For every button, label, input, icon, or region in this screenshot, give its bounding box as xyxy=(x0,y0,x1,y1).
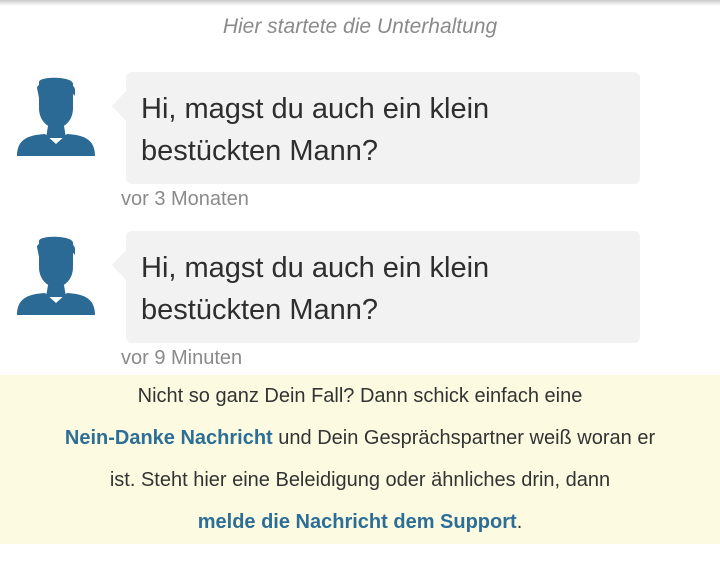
message-bubble: Hi, magst du auch ein klein bestückten M… xyxy=(112,72,640,184)
notice-text-fragment: und Dein Gesprächspartner weiß woran er xyxy=(272,427,656,449)
user-avatar-icon[interactable] xyxy=(15,233,97,317)
report-to-support-link[interactable]: melde die Nachricht dem Support xyxy=(198,511,517,533)
notice-text-line: ist. Steht hier eine Beleidigung oder äh… xyxy=(109,469,611,491)
message-text-line: Hi, magst du auch ein klein xyxy=(141,252,490,284)
user-avatar-icon[interactable] xyxy=(15,74,97,158)
notice-text-line: Nicht so ganz Dein Fall? Dann schick ein… xyxy=(137,385,583,407)
no-thanks-message-link[interactable]: Nein-Danke Nachricht xyxy=(65,427,273,449)
top-edge-shadow xyxy=(0,0,720,6)
message-text-line: bestückten Mann? xyxy=(141,135,378,167)
message-item: Hi, magst du auch ein klein bestückten M… xyxy=(0,229,720,379)
notice-text-line: Nein-Danke Nachricht und Dein Gesprächsp… xyxy=(0,417,720,459)
notice-text-line: melde die Nachricht dem Support. xyxy=(0,501,720,543)
message-item: Hi, magst du auch ein klein bestückten M… xyxy=(0,70,720,220)
no-thanks-notice: Nicht so ganz Dein Fall? Dann schick ein… xyxy=(0,375,720,544)
notice-text-fragment: . xyxy=(516,511,523,533)
message-timestamp: vor 9 Minuten xyxy=(121,347,243,369)
message-timestamp: vor 3 Monaten xyxy=(121,188,249,210)
message-bubble: Hi, magst du auch ein klein bestückten M… xyxy=(112,231,640,343)
message-text-line: Hi, magst du auch ein klein xyxy=(141,93,490,125)
conversation-start-label: Hier startete die Unterhaltung xyxy=(222,15,498,38)
message-text-line: bestückten Mann? xyxy=(141,294,378,326)
